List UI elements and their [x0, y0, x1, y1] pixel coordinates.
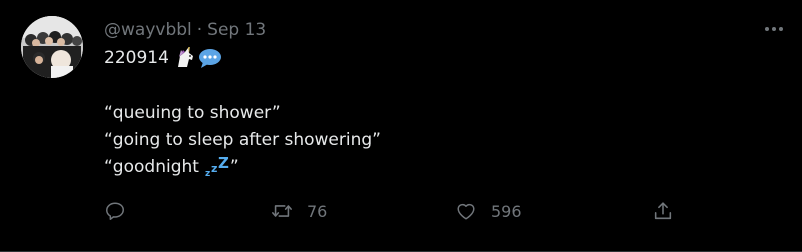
unicorn-emoji [177, 47, 193, 67]
user-handle[interactable]: @wayvbbl [104, 20, 192, 40]
tweet-text-line-2: “queuing to shower” [104, 102, 281, 124]
more-button[interactable] [761, 16, 787, 42]
svg-text:z: z [205, 169, 210, 178]
speech-bubble-emoji [198, 49, 221, 68]
separator-dot: · [196, 20, 203, 40]
reply-button[interactable] [104, 199, 140, 223]
like-count: 596 [491, 201, 522, 221]
tweet-text-line-1: 220914 [104, 47, 222, 69]
tweet[interactable]: @wayvbbl · Sep 13 220914 “queuing to sho… [0, 0, 802, 252]
avatar[interactable] [21, 16, 83, 78]
like-button[interactable]: 596 [455, 199, 522, 223]
tweet-text-line-4: “goodnight z z Z ” [104, 156, 239, 178]
tweet-header: @wayvbbl · Sep 13 [104, 19, 266, 41]
avatar-image [21, 16, 83, 78]
tweet-text-line-3: “going to sleep after showering” [104, 129, 381, 151]
more-horizontal-icon [765, 27, 783, 31]
tweet-text: ” [229, 157, 239, 177]
share-icon [654, 202, 672, 220]
tweet-text: “going to sleep after showering” [104, 130, 381, 150]
svg-text:z: z [211, 162, 217, 175]
retweet-icon [272, 205, 292, 217]
svg-text:Z: Z [218, 156, 229, 172]
zzz-emoji: z z Z [205, 156, 229, 178]
retweet-button[interactable]: 76 [271, 199, 327, 223]
tweet-text: “goodnight [104, 157, 199, 177]
tweet-text: “queuing to shower” [104, 103, 281, 123]
retweet-count: 76 [307, 201, 328, 221]
reply-icon [106, 202, 124, 220]
tweet-text: 220914 [104, 48, 169, 68]
heart-icon [457, 203, 475, 220]
tweet-date[interactable]: Sep 13 [207, 20, 266, 40]
tweet-actions: 76 596 [0, 199, 802, 223]
share-button[interactable] [652, 199, 674, 223]
